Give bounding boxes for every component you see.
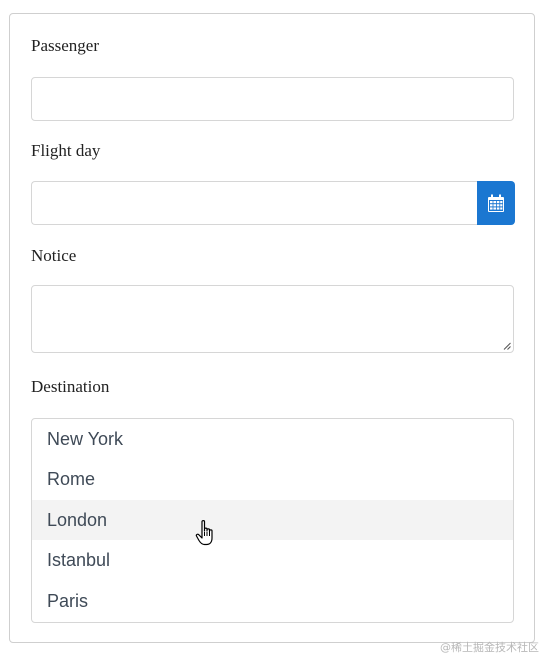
notice-label: Notice bbox=[31, 246, 77, 265]
flight-day-input[interactable] bbox=[31, 181, 477, 225]
notice-textarea[interactable] bbox=[31, 285, 514, 353]
destination-option[interactable]: Paris bbox=[32, 581, 513, 621]
destination-option[interactable]: Istanbul bbox=[32, 540, 513, 580]
hand-pointer-cursor-icon bbox=[195, 520, 213, 546]
resize-grip-icon[interactable] bbox=[503, 342, 511, 350]
destination-listbox[interactable]: New York Rome London Istanbul Paris bbox=[31, 418, 514, 623]
destination-option-hovered[interactable]: London bbox=[32, 499, 513, 541]
flight-day-label: Flight day bbox=[31, 141, 101, 160]
destination-option[interactable]: Rome bbox=[32, 459, 513, 499]
watermark: @稀土掘金技术社区 bbox=[440, 641, 539, 654]
destination-option[interactable]: New York bbox=[32, 419, 513, 459]
calendar-icon bbox=[488, 194, 504, 212]
passenger-label: Passenger bbox=[31, 36, 99, 55]
form-card: Passenger Flight day Notice Destination … bbox=[9, 13, 535, 643]
destination-label: Destination bbox=[31, 377, 110, 396]
passenger-input[interactable] bbox=[31, 77, 514, 121]
calendar-button[interactable] bbox=[477, 181, 515, 225]
